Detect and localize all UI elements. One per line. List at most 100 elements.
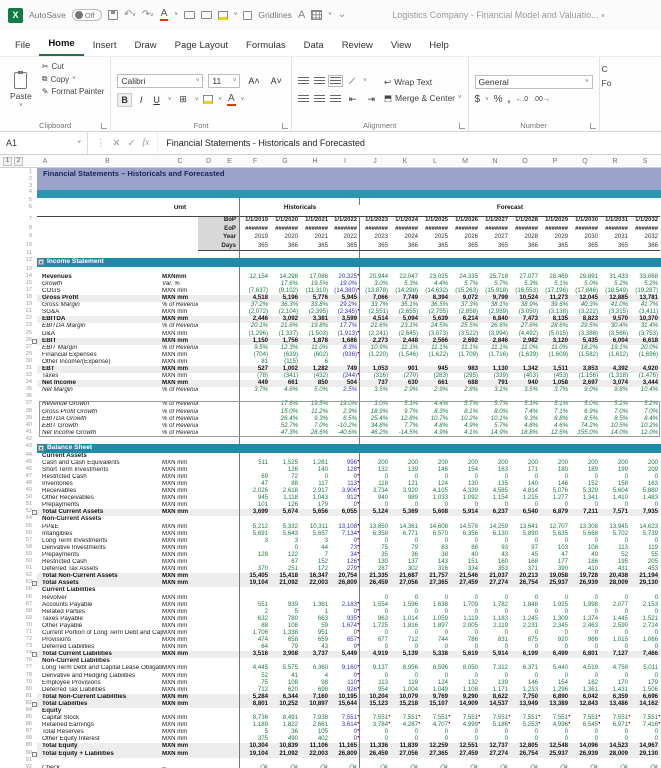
row-header-cell[interactable] <box>198 453 240 460</box>
row-label[interactable]: Total Assets <box>37 580 162 587</box>
row-header-cell[interactable] <box>198 580 240 587</box>
cell[interactable] <box>420 198 450 205</box>
row-header-cell[interactable] <box>198 295 240 302</box>
cell[interactable]: -40.6% <box>330 430 360 437</box>
cell[interactable] <box>240 394 270 401</box>
row-header-cell[interactable] <box>198 538 240 545</box>
row-label[interactable]: COGS <box>37 288 162 295</box>
cell[interactable]: 10.4% <box>630 387 660 394</box>
cell[interactable]: 21,092 <box>270 751 300 758</box>
row-label[interactable]: PP&E <box>37 524 162 531</box>
wrap-text-button[interactable]: ↩ Wrap Text <box>384 77 462 88</box>
cell[interactable]: 1/1/2022 <box>330 217 360 226</box>
unit-cell[interactable]: MXN mm <box>162 680 198 687</box>
cell[interactable]: 14,909 <box>450 701 480 708</box>
cell[interactable]: 26,939 <box>570 580 600 587</box>
column-header-L[interactable]: L <box>420 155 450 167</box>
font-color-caret[interactable]: ˅ <box>174 12 178 18</box>
row-header-cell[interactable] <box>198 736 240 743</box>
cell[interactable]: 13,389 <box>540 701 570 708</box>
cell[interactable] <box>450 198 480 205</box>
unit-cell[interactable] <box>162 658 198 665</box>
row-label[interactable]: Deferred Tax Liabilities <box>37 687 162 694</box>
menu-formulas[interactable]: Formulas <box>237 35 295 56</box>
cell[interactable] <box>330 437 360 444</box>
font-color-button[interactable]: A <box>227 94 236 106</box>
outline-collapse-icon[interactable] <box>32 752 37 757</box>
cell[interactable]: 27,056 <box>390 580 420 587</box>
cell[interactable]: 15,218 <box>390 701 420 708</box>
menu-home[interactable]: Home <box>39 33 83 56</box>
cell[interactable]: 6,055 <box>330 509 360 516</box>
alignment-expander-icon[interactable] <box>459 123 465 129</box>
row-header-cell[interactable] <box>198 573 240 580</box>
cell[interactable]: 5,338 <box>420 651 450 658</box>
cell[interactable] <box>270 251 300 258</box>
row-header-cell[interactable]: Days <box>198 243 240 252</box>
row-header-cell[interactable] <box>198 474 240 481</box>
row-header-cell[interactable] <box>198 288 240 295</box>
name-box[interactable]: A1˅ <box>0 132 88 154</box>
autosave-toggle[interactable]: Off <box>72 9 102 21</box>
unit-cell[interactable] <box>162 587 198 594</box>
cell[interactable]: 511 <box>240 460 270 467</box>
cell[interactable] <box>600 198 630 205</box>
shape-outline2-icon[interactable] <box>201 11 212 19</box>
table-style-caret[interactable]: ˅ <box>328 12 332 18</box>
cell[interactable] <box>240 409 270 416</box>
cell[interactable]: 21,092 <box>270 580 300 587</box>
unit-cell[interactable]: MXN mm <box>162 609 198 616</box>
shrink-font-icon[interactable]: A˅ <box>268 75 285 87</box>
column-header-R[interactable]: R <box>600 155 630 167</box>
row-header-cell[interactable] <box>198 467 240 474</box>
row-label[interactable]: Other Payable <box>37 623 162 630</box>
row-label[interactable]: Total Current Assets <box>37 509 162 516</box>
cell[interactable] <box>300 251 330 258</box>
row-header-cell[interactable] <box>198 722 240 729</box>
cell[interactable]: 26,809 <box>330 580 360 587</box>
row-label[interactable]: Other Receivables <box>37 495 162 502</box>
row-label[interactable]: Total Non-Current Assets <box>37 573 162 580</box>
cell[interactable]: 9.0% <box>570 387 600 394</box>
unit-cell[interactable]: MXN mm <box>162 751 198 758</box>
unit-cell[interactable]: MXN mm <box>162 488 198 495</box>
cell[interactable]: 6,199 <box>510 651 540 658</box>
column-header-J[interactable]: J <box>360 155 390 167</box>
cell[interactable]: 14.0% <box>600 430 630 437</box>
unit-cell[interactable] <box>162 267 198 274</box>
cell[interactable]: 1/1/2027 <box>480 217 510 226</box>
unit-cell[interactable]: MXN mm <box>162 616 198 623</box>
row-label[interactable] <box>37 243 162 252</box>
menu-draw[interactable]: Draw <box>125 35 165 56</box>
row-label[interactable]: EBITDA Growth <box>37 416 162 423</box>
cell[interactable]: 15,107 <box>420 701 450 708</box>
cell[interactable]: 5,619 <box>450 651 480 658</box>
outline-level-1-button[interactable]: 1 <box>3 157 12 166</box>
row-label[interactable]: Non-Current Assets <box>37 516 162 523</box>
decrease-indent-icon[interactable]: ⇤ <box>346 93 360 106</box>
row-label[interactable]: Restricted Cash <box>37 559 162 566</box>
unit-cell[interactable]: MXN mm <box>162 460 198 467</box>
row-label[interactable]: Prepayments <box>37 502 162 509</box>
row-header-cell[interactable] <box>198 394 240 401</box>
cell[interactable] <box>240 416 270 423</box>
row-header-cell[interactable] <box>198 509 240 516</box>
row-label[interactable]: Equity <box>37 708 162 715</box>
cell[interactable]: 25,937 <box>540 751 570 758</box>
unit-cell[interactable]: MXN mm <box>162 331 198 338</box>
cell[interactable]: 26,939 <box>570 751 600 758</box>
cell[interactable]: 4,919 <box>360 651 390 658</box>
italic-button[interactable]: I <box>137 94 146 106</box>
cell[interactable] <box>360 437 390 444</box>
row-header-cell[interactable] <box>198 302 240 309</box>
row-header-cell[interactable] <box>198 359 240 366</box>
cell[interactable]: 2.9% <box>420 387 450 394</box>
row-header-cell[interactable] <box>198 708 240 715</box>
cell[interactable]: 2.8% <box>450 387 480 394</box>
row-header-cell[interactable] <box>198 694 240 701</box>
row-header-cell[interactable] <box>198 373 240 380</box>
cell[interactable]: (1,609) <box>540 352 570 359</box>
cell[interactable]: 128 <box>240 552 270 559</box>
cell[interactable]: (1,639) <box>510 352 540 359</box>
column-header-M[interactable]: M <box>450 155 480 167</box>
